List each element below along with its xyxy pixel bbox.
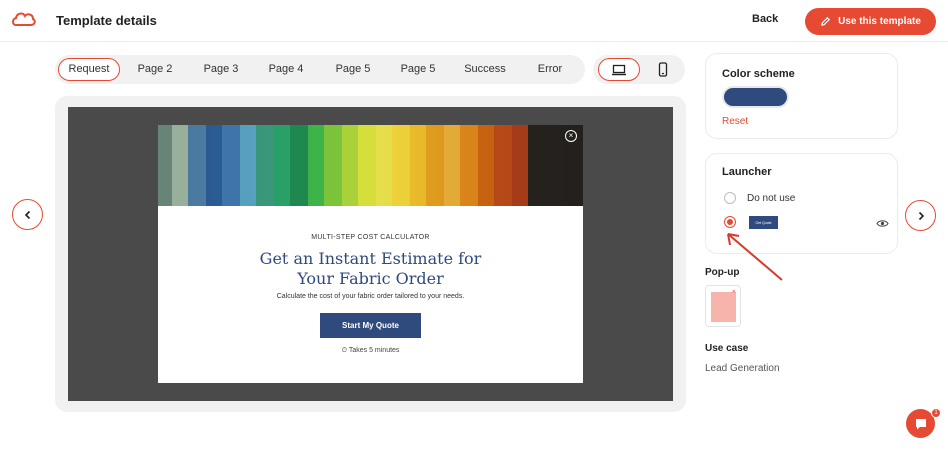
popup-duration-note: ⏲ Takes 5 minutes [341,347,400,354]
popup-section-title: Pop-up [705,267,740,278]
desktop-view-button[interactable] [598,58,640,81]
tab-page-4[interactable]: Page 4 [256,58,316,81]
pencil-icon [821,16,831,26]
tab-page-3[interactable]: Page 3 [191,58,251,81]
popup-kicker: MULTI-STEP COST CALCULATOR [311,234,430,241]
fabric-hero-image [158,125,583,206]
tab-page-5-second[interactable]: Page 5 [388,58,448,81]
popup-headline-line-2: Your Fabric Order [297,269,444,288]
popup-headline: Get an Instant Estimate for Your Fabric … [158,249,583,289]
page-tabs: Request Page 2 Page 3 Page 4 Page 5 Page… [55,55,585,84]
launcher-title: Launcher [722,166,772,178]
start-quote-button[interactable]: Start My Quote [320,313,421,338]
color-scheme-reset-link[interactable]: Reset [722,116,748,127]
tab-success[interactable]: Success [455,58,515,81]
back-button[interactable]: Back [752,13,778,25]
color-scheme-swatch[interactable] [722,86,789,108]
popup-thumbnail-preview [711,292,736,322]
tab-page-2[interactable]: Page 2 [125,58,185,81]
tab-request[interactable]: Request [58,58,120,81]
mobile-icon [658,62,668,77]
use-template-label: Use this template [838,16,921,27]
launcher-option-button-radio[interactable] [724,216,736,228]
eye-icon[interactable] [876,219,889,228]
chat-notification-badge: 1 [931,408,941,418]
tab-page-5[interactable]: Page 5 [323,58,383,81]
use-case-title: Use case [705,343,749,354]
desktop-icon [612,64,626,75]
popup-thumbnail[interactable]: ✕ [705,285,741,327]
brand-logo-icon[interactable] [12,10,36,30]
popup-subline: Calculate the cost of your fabric order … [276,293,465,300]
next-template-button[interactable] [905,200,936,231]
chevron-left-icon [24,210,30,219]
page-title: Template details [56,13,157,28]
chevron-right-icon [918,211,924,220]
popup-close-icon[interactable]: × [565,130,577,142]
color-scheme-card: Color scheme Reset [705,53,898,139]
device-toggle [593,55,685,84]
use-template-button[interactable]: Use this template [805,8,936,35]
color-scheme-title: Color scheme [722,68,795,80]
launcher-option-none-label: Do not use [747,193,796,204]
chat-icon [915,418,926,429]
use-case-value: Lead Generation [705,363,780,374]
top-bar: Template details Back Use this template [0,0,948,42]
previous-template-button[interactable] [12,199,43,230]
popup-headline-line-1: Get an Instant Estimate for [259,249,482,268]
popup-thumbnail-close-icon: ✕ [731,289,736,295]
mobile-view-button[interactable] [643,58,683,81]
launcher-option-none-radio[interactable] [724,192,736,204]
tab-error[interactable]: Error [521,58,579,81]
preview-popup: × MULTI-STEP COST CALCULATOR Get an Inst… [158,125,583,383]
